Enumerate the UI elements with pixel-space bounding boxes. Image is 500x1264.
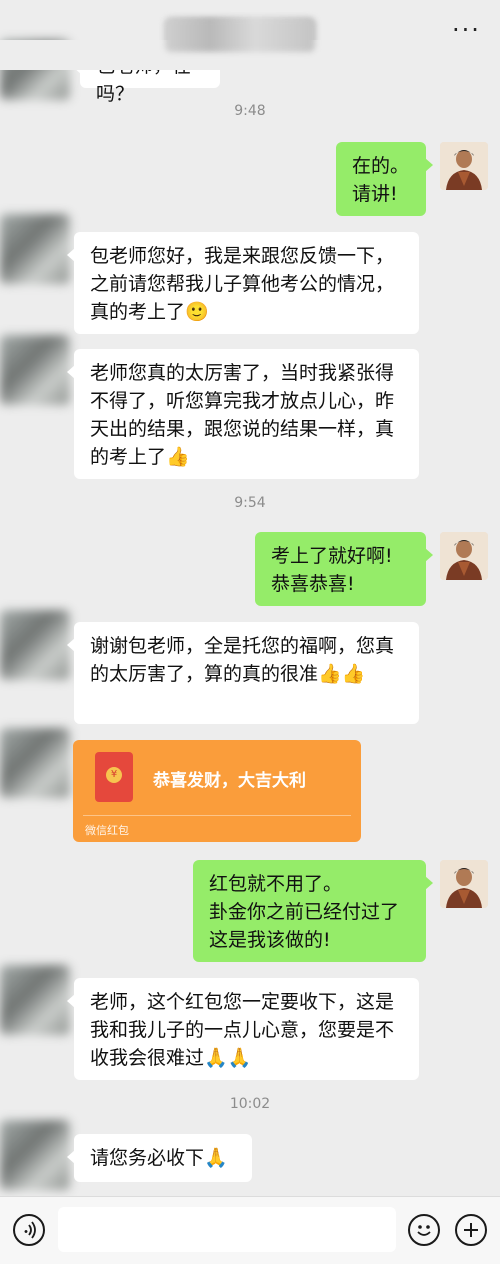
avatar-contact[interactable] [0,335,70,405]
avatar-contact[interactable] [0,728,70,798]
red-packet-footer: 微信红包 [85,824,129,837]
avatar-self[interactable] [440,532,488,580]
message-bubble-self: 在的。 请讲! [336,142,433,216]
message-bubble-self: 考上了就好啊! 恭喜恭喜! [255,532,433,606]
avatar-self[interactable] [440,860,488,908]
emoji-icon[interactable] [408,1214,440,1246]
message-bubble-self: 红包就不用了。 卦金你之前已经付过了 这是我该做的! [193,860,433,962]
voice-icon[interactable] [13,1214,45,1246]
avatar-contact[interactable] [0,965,70,1035]
message-bubble-contact: 谢谢包老师，全是托您的福啊，您真的太厉害了，算的真的很准👍👍 [67,622,419,724]
more-options-icon[interactable]: ··· [452,18,481,42]
message-input[interactable] [58,1207,396,1252]
message-bubble-contact: 老师您真的太厉害了，当时我紧张得不得了，听您算完我才放点儿心，昨天出的结果，跟您… [67,349,419,479]
avatar-self[interactable] [440,142,488,190]
add-icon[interactable] [455,1214,487,1246]
avatar-contact[interactable] [0,610,70,680]
timestamp: 9:54 [234,495,266,511]
red-packet-coin-icon: ¥ [106,767,122,783]
chat-title-redacted-overlay [165,18,315,52]
message-bubble-contact: 包老师您好，我是来跟您反馈一下，之前请您帮我儿子算他考公的情况，真的考上了🙂 [67,232,419,334]
red-packet-divider [83,815,351,816]
timestamp: 9:48 [234,103,266,119]
timestamp: 10:02 [229,1096,271,1112]
message-bubble-contact: 请您务必收下🙏 [67,1134,252,1182]
avatar-contact[interactable] [0,214,70,284]
red-packet-title: 恭喜发财，大吉大利 [153,771,306,791]
message-bubble-contact: 老师，这个红包您一定要收下，这是我和我儿子的一点儿心意，您要是不收我会很难过🙏🙏 [67,978,419,1080]
red-packet-message[interactable]: ¥ 恭喜发财，大吉大利 微信红包 [73,740,361,842]
avatar-contact[interactable] [0,1120,70,1190]
